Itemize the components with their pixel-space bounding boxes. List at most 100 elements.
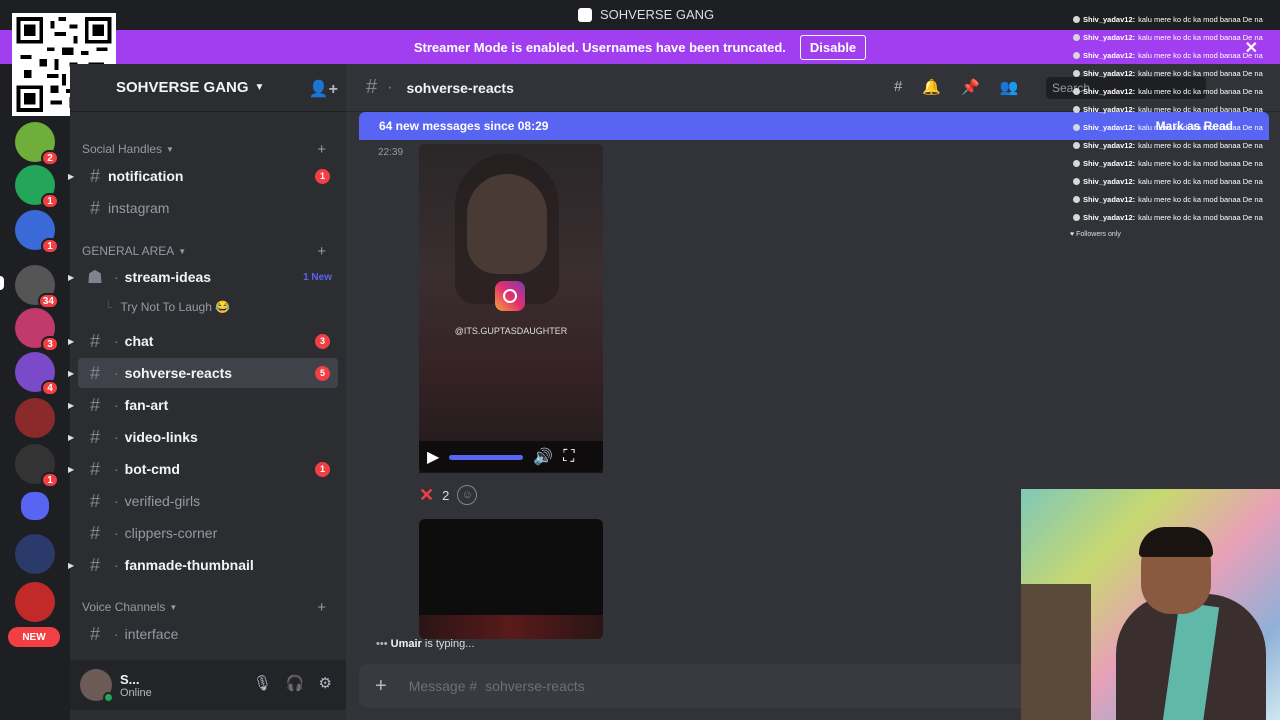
channel-fanmade-thumbnail[interactable]: ▶ # · fanmade-thumbnail — [68, 550, 338, 580]
channel-interface[interactable]: # · interface — [78, 619, 338, 649]
server-icon[interactable]: 1 — [15, 210, 59, 254]
chevron-down-icon: ▼ — [178, 246, 187, 256]
expand-arrow-icon: ▶ — [68, 464, 75, 474]
channel-instagram[interactable]: # instagram — [78, 193, 338, 223]
server-icon[interactable]: 3 — [15, 308, 59, 352]
user-badge-icon — [1073, 178, 1080, 185]
overlay-chat-line: Shiv_yadav12: kalu mere ko dc ka mod bana… — [1073, 195, 1280, 204]
microphone-icon[interactable]: 🎙 — [253, 674, 272, 692]
category-label: Voice Channels — [82, 600, 166, 614]
user-badge-icon — [1073, 160, 1080, 167]
volume-icon[interactable]: 🔊 — [533, 447, 553, 467]
invite-people-icon[interactable]: 👤+ — [309, 79, 338, 99]
channel-sohverse-reacts[interactable]: ▶ # · sohverse-reacts 5 — [68, 358, 338, 388]
user-badge-icon — [1073, 16, 1080, 23]
channel-stream-ideas[interactable]: ▶ ☗ · stream-ideas 1 New — [68, 262, 338, 292]
channel-name: interface — [124, 626, 179, 642]
server-icon[interactable]: 1 — [15, 444, 59, 488]
server-icon[interactable] — [15, 398, 55, 438]
window-title: SOHVERSE GANG — [578, 7, 714, 22]
typing-user: Umair — [390, 638, 422, 650]
avatar[interactable] — [80, 669, 114, 703]
hash-icon: # — [89, 165, 100, 186]
new-tag: 1 New — [303, 271, 332, 283]
category-social-handles[interactable]: Social Handles ▼ + — [82, 141, 334, 158]
channel-name: verified-girls — [124, 493, 201, 509]
pin-icon[interactable]: 📌 — [961, 78, 980, 96]
category-voice-channels[interactable]: Voice Channels ▼ + — [82, 599, 334, 616]
channel-notification[interactable]: ▶ # notification 1 — [68, 161, 338, 191]
folder-icon[interactable] — [21, 492, 49, 520]
add-reaction-icon[interactable]: ☺ — [457, 485, 478, 505]
add-channel-icon[interactable]: + — [317, 243, 326, 260]
user-badge-icon — [1073, 214, 1080, 221]
user-meta: S... Online — [120, 672, 152, 699]
server-header[interactable]: SOHVERSE GANG ▼ 👤+ — [70, 64, 346, 112]
hash-icon: # — [89, 554, 100, 575]
hash-icon: # — [89, 197, 100, 218]
server-icon[interactable]: 4 — [15, 352, 59, 396]
user-badge-icon — [1073, 196, 1080, 203]
message-timestamp: 22:39 — [378, 147, 404, 158]
thread-item[interactable]: └ Try Not To Laugh 😂 — [104, 300, 230, 314]
hash-icon: # — [366, 76, 378, 98]
server-icon[interactable]: 1 — [15, 165, 59, 209]
video-frame — [467, 174, 547, 274]
channel-bot-cmd[interactable]: ▶ # · bot-cmd 1 — [68, 454, 338, 484]
channel-fan-art[interactable]: ▶ # · fan-art — [68, 390, 338, 420]
expand-arrow-icon: ▶ — [68, 400, 75, 410]
channel-clippers-corner[interactable]: # · clippers-corner — [78, 518, 338, 548]
attach-plus-icon[interactable]: + — [375, 675, 387, 698]
play-icon[interactable]: ▶ — [427, 447, 439, 467]
overlay-chat-line: Shiv_yadav12: kalu mere ko dc ka mod bana… — [1073, 177, 1280, 186]
chevron-down-icon: ▼ — [169, 602, 178, 612]
cross-reaction-icon[interactable]: ✕ — [419, 485, 434, 506]
thread-name: Try Not To Laugh 😂 — [120, 300, 231, 314]
server-badge: 1 — [41, 472, 59, 488]
mention-badge: 1 — [315, 461, 330, 477]
channel-video-links[interactable]: ▶ # · video-links — [68, 422, 338, 452]
fullscreen-icon[interactable]: ⛶ — [563, 448, 574, 466]
channel-verified-girls[interactable]: # · verified-girls — [78, 486, 338, 516]
server-icon[interactable] — [15, 582, 55, 622]
user-controls: 🎙 🎧 ⚙ — [253, 674, 332, 692]
channel-chat[interactable]: ▶ # · chat 3 — [68, 326, 338, 356]
video-attachment[interactable]: @ITS.GUPTASDAUGHTER — [419, 144, 603, 472]
category-label: GENERAL AREA — [82, 244, 175, 258]
category-label: Social Handles — [82, 142, 163, 156]
expand-arrow-icon: ▶ — [68, 560, 75, 570]
channel-name: bot-cmd — [124, 461, 180, 477]
new-pill[interactable]: NEW — [8, 627, 60, 647]
headphones-icon[interactable]: 🎧 — [286, 674, 305, 692]
typing-indicator: ••• Umair is typing... — [376, 638, 474, 650]
gear-icon[interactable]: ⚙ — [319, 674, 332, 692]
server-icon[interactable]: 2 — [15, 122, 59, 166]
add-channel-icon[interactable]: + — [317, 141, 326, 158]
hash-icon: # — [89, 623, 100, 644]
hash-icon: # — [89, 330, 100, 351]
bell-icon[interactable]: 🔔 — [922, 78, 941, 96]
add-channel-icon[interactable]: + — [317, 599, 326, 616]
server-logo-icon — [578, 7, 592, 22]
overlay-chat-line: Shiv_yadav12: kalu mere ko dc ka mod bana… — [1073, 123, 1280, 132]
webcam-feed — [1021, 489, 1280, 720]
channel-name: instagram — [108, 200, 170, 216]
server-badge: 3 — [41, 336, 59, 352]
channel-name: clippers-corner — [124, 525, 218, 541]
mention-badge: 3 — [315, 333, 330, 349]
username: S... — [120, 671, 140, 687]
video-attachment[interactable] — [419, 519, 603, 639]
banner-text: Streamer Mode is enabled. Usernames have… — [413, 39, 786, 55]
hash-icon: # — [89, 458, 100, 479]
server-icon[interactable]: 34 — [15, 265, 59, 309]
user-badge-icon — [1073, 34, 1080, 41]
category-general-area[interactable]: GENERAL AREA ▼ + — [82, 243, 334, 260]
threads-icon[interactable]: # — [894, 78, 902, 96]
disable-button[interactable]: Disable — [799, 34, 867, 60]
channel-sidebar: SOHVERSE GANG ▼ 👤+ Social Handles ▼ + ▶ … — [68, 64, 346, 720]
server-icon[interactable] — [15, 534, 55, 574]
video-progress-bar[interactable] — [449, 454, 524, 460]
new-messages-text: 64 new messages since 08:29 — [379, 119, 549, 133]
members-icon[interactable]: 👥 — [1000, 78, 1019, 96]
overlay-chat-line: Shiv_yadav12: kalu mere ko dc ka mod bana… — [1073, 105, 1280, 114]
